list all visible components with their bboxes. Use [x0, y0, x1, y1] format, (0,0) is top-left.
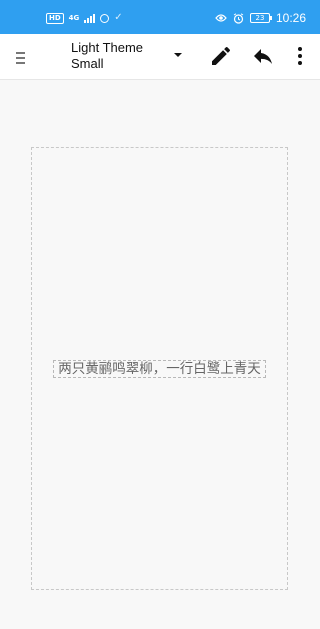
app-bar: Light Theme Small — [0, 34, 320, 80]
network-type-label: 4G — [68, 13, 80, 22]
theme-title: Light Theme — [71, 40, 144, 55]
edit-pencil-icon — [212, 46, 231, 65]
eye-icon — [215, 14, 227, 22]
more-options-button[interactable] — [288, 44, 312, 68]
theme-select[interactable]: Light Theme Small — [71, 40, 187, 72]
preview-canvas[interactable]: 两只黄鹂鸣翠柳，一行白鹭上青天 — [31, 147, 288, 590]
hd-icon: HD — [46, 12, 64, 24]
status-time: 10:26 — [275, 11, 306, 25]
canvas-text-box[interactable]: 两只黄鹂鸣翠柳，一行白鹭上青天 — [53, 360, 266, 378]
battery-icon: 23 — [249, 13, 272, 23]
status-bar: HD 4G ✓ 23 10:26 — [0, 0, 320, 34]
dropdown-arrow-icon — [174, 53, 182, 57]
more-vert-icon — [298, 47, 302, 65]
theme-size: Small — [71, 56, 104, 71]
check-icon: ✓ — [114, 12, 123, 23]
edit-button[interactable] — [209, 44, 233, 68]
undo-button[interactable] — [251, 44, 275, 68]
signal-icon — [84, 13, 96, 23]
menu-icon[interactable] — [16, 52, 26, 64]
alarm-icon — [233, 12, 244, 24]
undo-icon — [254, 49, 272, 64]
status-bar-left: HD 4G ✓ — [46, 11, 123, 25]
notification-icon — [100, 13, 110, 23]
status-bar-right: 23 10:26 — [215, 10, 306, 26]
